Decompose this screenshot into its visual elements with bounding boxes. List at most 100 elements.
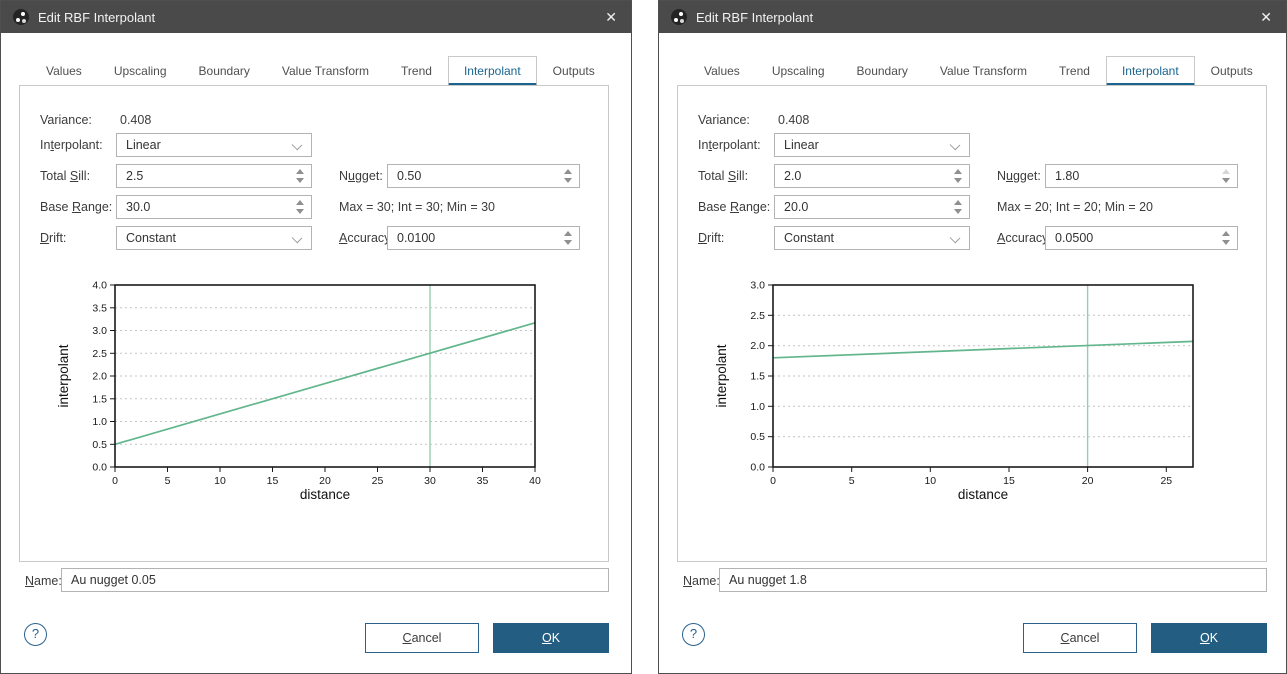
chevron-down-icon (291, 232, 303, 244)
total-sill-spinner[interactable] (953, 168, 963, 184)
interpolant-label: Interpolant: (698, 138, 761, 152)
name-field (719, 568, 1267, 592)
x-tick-label: 10 (924, 475, 936, 487)
base-range-spinner[interactable] (953, 199, 963, 215)
name-label: Name: (25, 574, 62, 588)
tab-upscaling[interactable]: Upscaling (756, 56, 841, 87)
accuracy-spinner[interactable] (1221, 230, 1231, 246)
tab-outputs[interactable]: Outputs (537, 56, 611, 87)
tab-trend[interactable]: Trend (385, 56, 448, 87)
x-tick-label: 35 (477, 475, 489, 487)
help-icon[interactable]: ? (682, 623, 705, 646)
base-range-input[interactable] (116, 195, 312, 219)
y-tick-label: 2.0 (750, 340, 765, 352)
nugget-input[interactable] (387, 164, 580, 188)
x-tick-label: 40 (529, 475, 541, 487)
total-sill-field (774, 164, 970, 188)
y-tick-label: 3.0 (92, 325, 107, 337)
tab-value-transform[interactable]: Value Transform (924, 56, 1043, 87)
y-tick-label: 2.5 (92, 348, 107, 360)
interpolant-select[interactable]: Linear (116, 133, 312, 157)
chevron-down-icon (949, 232, 961, 244)
accuracy-field (1045, 226, 1238, 250)
accuracy-input[interactable] (1045, 226, 1238, 250)
ok-button[interactable]: OK (1151, 623, 1267, 653)
y-axis-label: interpolant (714, 344, 729, 407)
name-input[interactable] (61, 568, 609, 592)
total-sill-label: Total Sill: (40, 169, 91, 183)
tab-boundary[interactable]: Boundary (183, 56, 266, 87)
total-sill-input[interactable] (774, 164, 970, 188)
tab-boundary[interactable]: Boundary (841, 56, 924, 87)
range-limits-info: Max = 30; Int = 30; Min = 30 (339, 200, 495, 214)
cancel-button[interactable]: Cancel (1023, 623, 1137, 653)
range-limits-info: Max = 20; Int = 20; Min = 20 (997, 200, 1153, 214)
x-axis-label: distance (300, 487, 350, 502)
content-groupbox: Variance: 0.408 Interpolant: Linear Tota… (19, 85, 609, 562)
tab-outputs[interactable]: Outputs (1195, 56, 1269, 87)
interpolant-label: Interpolant: (40, 138, 103, 152)
interpolant-selected-value: Linear (784, 138, 819, 152)
dialog-title: Edit RBF Interpolant (38, 9, 156, 25)
tab-interpolant[interactable]: Interpolant (447, 56, 537, 87)
tab-value-transform[interactable]: Value Transform (266, 56, 385, 87)
total-sill-spinner[interactable] (295, 168, 305, 184)
y-tick-label: 1.0 (92, 416, 107, 428)
accuracy-input[interactable] (387, 226, 580, 250)
x-tick-label: 5 (165, 475, 171, 487)
y-tick-label: 1.5 (92, 393, 107, 405)
tab-strip: Values Upscaling Boundary Value Transform Tr… (30, 56, 615, 87)
titlebar[interactable]: Edit RBF Interpolant ✕ (1, 1, 631, 33)
interpolant-select[interactable]: Linear (774, 133, 970, 157)
rbf-interpolant-icon (671, 9, 687, 25)
close-icon[interactable]: ✕ (1258, 9, 1274, 26)
help-icon[interactable]: ? (24, 623, 47, 646)
titlebar[interactable]: Edit RBF Interpolant ✕ (659, 1, 1286, 33)
ok-button[interactable]: OK (493, 623, 609, 653)
interpolant-vs-distance-chart: 0.0 0.5 1.0 1.5 2.0 2.5 3.0 0 5 10 15 20 25 distance i… (714, 280, 1194, 502)
base-range-spinner[interactable] (295, 199, 305, 215)
drift-selected-value: Constant (126, 231, 177, 245)
interpolant-chart: 0.0 0.5 1.0 1.5 2.0 2.5 3.0 3.5 4.0 0 5 10 15 20 25 30 3… (20, 278, 592, 510)
tab-values[interactable]: Values (30, 56, 98, 87)
x-tick-label: 15 (1003, 475, 1015, 487)
close-icon[interactable]: ✕ (603, 9, 619, 26)
x-tick-label: 15 (267, 475, 279, 487)
x-tick-label: 25 (1160, 475, 1172, 487)
y-tick-label: 0.5 (750, 431, 765, 443)
accuracy-field (387, 226, 580, 250)
nugget-spinner[interactable] (1221, 168, 1231, 184)
nugget-label: Nugget: (997, 169, 1041, 183)
chevron-down-icon (291, 139, 303, 151)
nugget-spinner[interactable] (563, 168, 573, 184)
x-axis-label: distance (958, 487, 1008, 502)
total-sill-field (116, 164, 312, 188)
base-range-input[interactable] (774, 195, 970, 219)
base-range-field (116, 195, 312, 219)
x-tick-label: 10 (214, 475, 226, 487)
total-sill-label: Total Sill: (698, 169, 749, 183)
tab-strip: Values Upscaling Boundary Value Transform Tr… (688, 56, 1270, 87)
y-tick-label: 2.0 (92, 371, 107, 383)
drift-select[interactable]: Constant (116, 226, 312, 250)
accuracy-spinner[interactable] (563, 230, 573, 246)
nugget-label: Nugget: (339, 169, 383, 183)
dialog-title: Edit RBF Interpolant (696, 9, 814, 25)
drift-select[interactable]: Constant (774, 226, 970, 250)
nugget-input[interactable] (1045, 164, 1238, 188)
accuracy-label: Accuracy: (997, 231, 1052, 245)
tab-values[interactable]: Values (688, 56, 756, 87)
tab-upscaling[interactable]: Upscaling (98, 56, 183, 87)
nugget-field (387, 164, 580, 188)
cancel-button[interactable]: Cancel (365, 623, 479, 653)
y-tick-label: 3.0 (750, 280, 765, 292)
content-groupbox: Variance: 0.408 Interpolant: Linear Tota… (677, 85, 1267, 562)
interpolant-chart: 0.0 0.5 1.0 1.5 2.0 2.5 3.0 0 5 10 15 20 25 distance i… (678, 278, 1250, 510)
total-sill-input[interactable] (116, 164, 312, 188)
y-tick-label: 2.5 (750, 310, 765, 322)
name-label: Name: (683, 574, 720, 588)
name-input[interactable] (719, 568, 1267, 592)
tab-interpolant[interactable]: Interpolant (1105, 56, 1195, 87)
tab-trend[interactable]: Trend (1043, 56, 1106, 87)
accuracy-label: Accuracy: (339, 231, 394, 245)
